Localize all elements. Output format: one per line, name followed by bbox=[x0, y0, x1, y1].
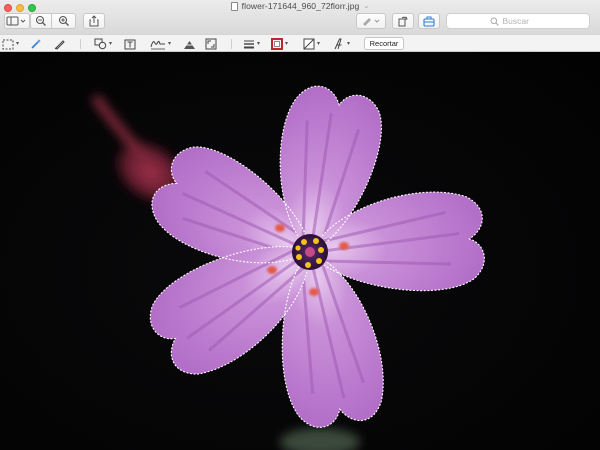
resize-tool[interactable] bbox=[205, 38, 217, 50]
zoom-out-icon bbox=[35, 15, 46, 26]
share-button[interactable] bbox=[83, 13, 105, 29]
shapes-tool[interactable]: ▾ bbox=[94, 38, 112, 50]
chevron-down-icon: ▾ bbox=[347, 41, 351, 47]
fill-color-tool[interactable]: ▾ bbox=[303, 38, 320, 50]
toolbox-icon bbox=[423, 16, 435, 27]
chevron-down-icon: ⌄ bbox=[363, 3, 370, 10]
search-input[interactable] bbox=[502, 16, 547, 26]
rotate-button[interactable] bbox=[392, 13, 414, 29]
markup-toolbar: ▾ ▾ ▾ ▾ ▾ ▾ ▾ Recortar bbox=[0, 34, 600, 52]
flower bbox=[149, 85, 485, 428]
fill-color-icon bbox=[303, 38, 315, 50]
rect-selection-icon bbox=[2, 39, 14, 49]
selection-tool[interactable]: ▾ bbox=[2, 38, 19, 50]
text-style-tool[interactable]: ▾ bbox=[333, 38, 350, 50]
chevron-down-icon: ▾ bbox=[109, 41, 113, 47]
adjust-color-tool[interactable] bbox=[183, 38, 196, 50]
sketch-tool[interactable] bbox=[54, 38, 66, 50]
chevron-down-icon: ▾ bbox=[16, 41, 20, 47]
zoom-in-button[interactable] bbox=[52, 13, 76, 29]
sketch-icon bbox=[54, 40, 65, 50]
pistil bbox=[305, 247, 315, 257]
chevron-down-icon: ▾ bbox=[285, 41, 289, 47]
resize-icon bbox=[205, 38, 217, 50]
zoom-in-icon bbox=[58, 15, 69, 26]
text-icon bbox=[124, 39, 136, 49]
line-style-icon bbox=[244, 40, 254, 49]
instant-alpha-tool[interactable] bbox=[30, 38, 42, 50]
toolbar-divider bbox=[231, 39, 232, 49]
image-canvas[interactable] bbox=[0, 52, 600, 450]
share-icon bbox=[89, 15, 99, 27]
border-color-tool[interactable]: ▾ bbox=[271, 38, 288, 50]
chevron-down-icon: ▾ bbox=[317, 41, 321, 47]
search-field[interactable] bbox=[446, 13, 590, 29]
pen-icon bbox=[363, 18, 380, 26]
chevron-down-icon: ▾ bbox=[257, 41, 261, 47]
zoom-out-button[interactable] bbox=[30, 13, 52, 29]
line-style-tool[interactable]: ▾ bbox=[243, 38, 260, 50]
markup-pen-button[interactable] bbox=[356, 13, 386, 29]
window-title-text: flower-171644_960_72florr.jpg bbox=[241, 1, 360, 11]
window-toolbar: flower-171644_960_72florr.jpg ⌄ bbox=[0, 0, 600, 34]
sign-tool[interactable]: ▾ bbox=[150, 38, 171, 50]
search-icon bbox=[490, 17, 499, 26]
crop-button[interactable]: Recortar bbox=[364, 37, 404, 50]
text-style-icon bbox=[334, 38, 342, 50]
markup-toolbar-button[interactable] bbox=[418, 13, 440, 29]
shapes-icon bbox=[94, 38, 107, 50]
sidebar-button[interactable] bbox=[4, 13, 30, 29]
flower-photo bbox=[90, 85, 485, 450]
rotate-icon bbox=[398, 16, 408, 27]
toolbar-divider bbox=[80, 39, 81, 49]
sidebar-icon bbox=[6, 16, 26, 26]
chevron-down-icon: ▾ bbox=[168, 41, 172, 47]
text-tool[interactable] bbox=[124, 38, 136, 50]
window-title[interactable]: flower-171644_960_72florr.jpg ⌄ bbox=[0, 0, 600, 12]
magic-wand-icon bbox=[31, 39, 41, 49]
border-color-icon bbox=[271, 38, 283, 50]
adjust-color-icon bbox=[184, 40, 195, 49]
sign-icon bbox=[150, 40, 165, 50]
document-icon bbox=[230, 1, 238, 11]
